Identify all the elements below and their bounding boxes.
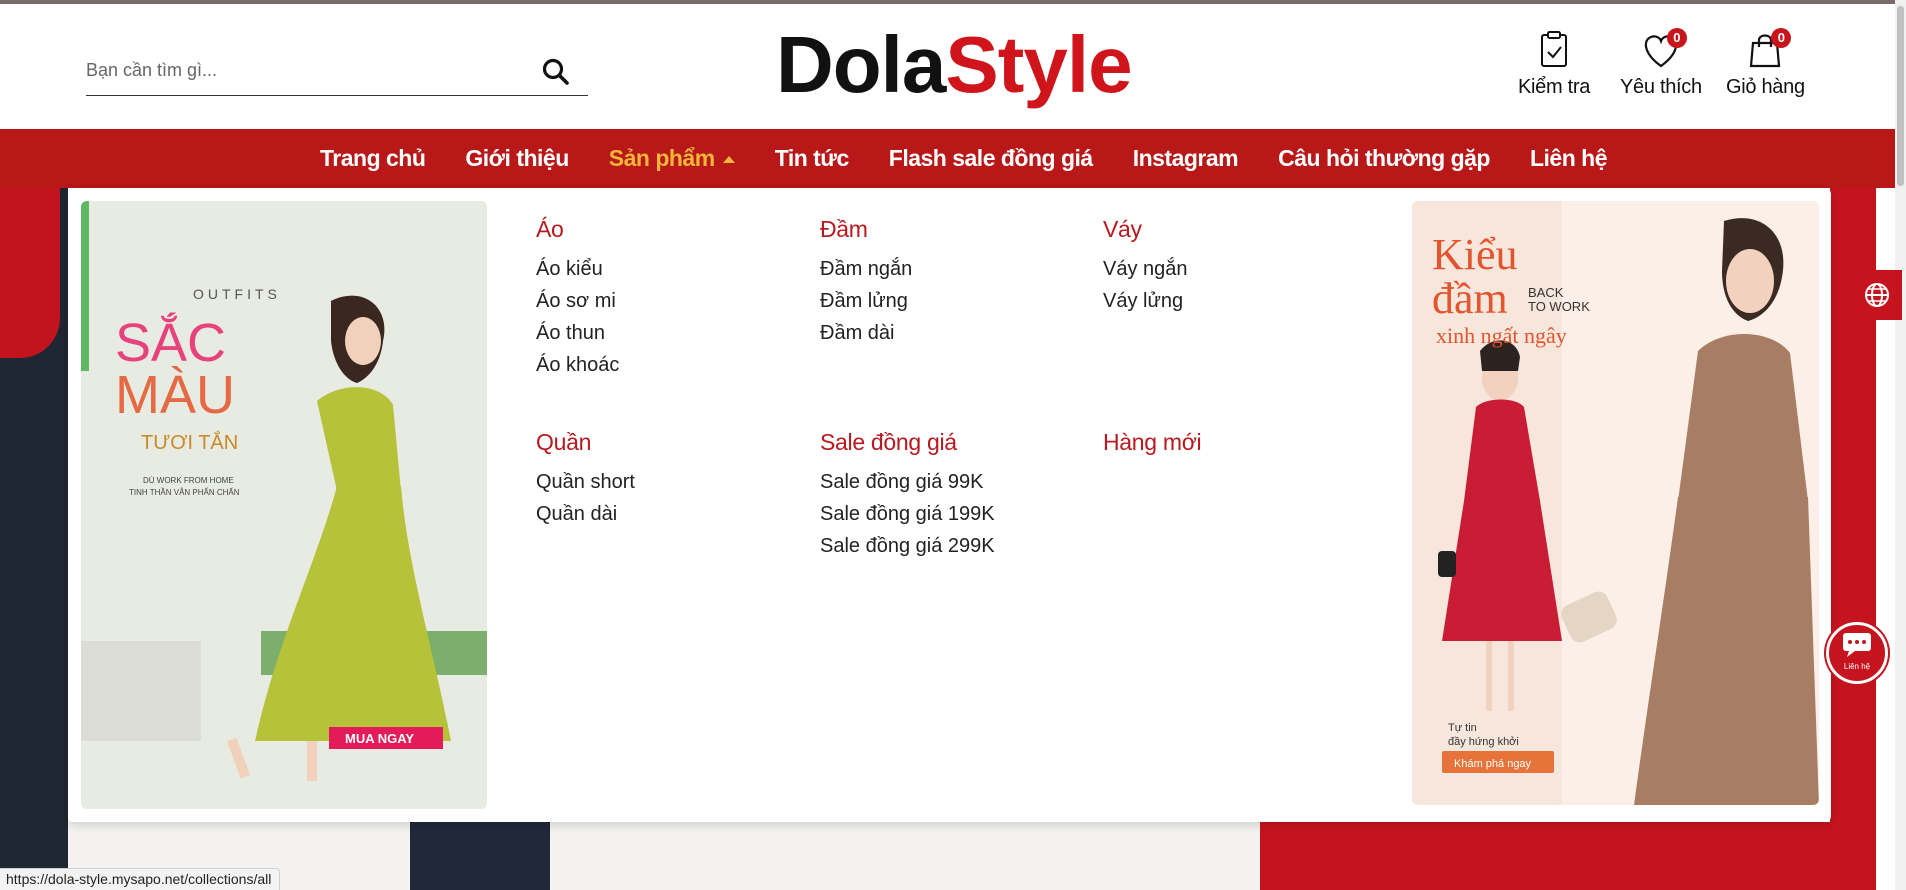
promo-right-to-work: TO WORK: [1528, 299, 1590, 314]
nav-item-home[interactable]: Trang chủ: [320, 145, 426, 172]
category-title-sale[interactable]: Sale đồng giá: [820, 429, 995, 456]
promo-left-sub-2: TINH THẦN VẪN PHẤN CHẤN: [129, 487, 240, 497]
category-item[interactable]: Sale đồng giá 299K: [820, 534, 995, 558]
category-item[interactable]: Váy ngắn: [1103, 257, 1188, 281]
hero-background-dress: [1260, 822, 1860, 890]
promo-left-artwork: OUTFITS SẮC MÀU TƯƠI TẮN DÙ WORK FROM HO…: [81, 201, 487, 809]
category-item[interactable]: Váy lửng: [1103, 289, 1188, 313]
category-item[interactable]: Áo sơ mi: [536, 289, 619, 313]
promo-left-sub-1: DÙ WORK FROM HOME: [143, 476, 234, 485]
caret-up-icon: [722, 156, 735, 164]
language-button[interactable]: [1852, 270, 1902, 320]
nav-item-instagram[interactable]: Instagram: [1133, 145, 1239, 172]
category-item[interactable]: Áo khoác: [536, 353, 619, 377]
promo-banner-left[interactable]: OUTFITS SẮC MÀU TƯƠI TẮN DÙ WORK FROM HO…: [81, 201, 487, 809]
clipboard-check-icon: [1541, 31, 1568, 67]
promo-right-title-2: đầm: [1432, 274, 1508, 323]
category-quan: Quần Quần short Quần dài: [536, 429, 635, 526]
site-logo[interactable]: DolaStyle: [776, 20, 1133, 110]
promo-left-title-2: MÀU: [115, 365, 235, 425]
category-title-dam[interactable]: Đầm: [820, 216, 912, 243]
promo-right-title-1: Kiểu: [1432, 230, 1518, 279]
nav-item-products[interactable]: Sản phẩm: [609, 145, 735, 172]
products-mega-menu: OUTFITS SẮC MÀU TƯƠI TẮN DÙ WORK FROM HO…: [68, 188, 1831, 822]
main-navigation: Trang chủ Giới thiệu Sản phẩm Tin tức Fl…: [0, 129, 1895, 188]
cart-link[interactable]: 0 Giỏ hàng: [1726, 28, 1805, 99]
category-item[interactable]: Đầm dài: [820, 321, 912, 345]
search-icon: [542, 58, 569, 85]
hero-background-right-text: [1812, 820, 1836, 880]
order-check-label: Kiểm tra: [1518, 76, 1591, 98]
globe-icon: [1865, 283, 1889, 307]
category-item[interactable]: Sale đồng giá 99K: [820, 470, 995, 494]
promo-left-cta: MUA NGAY: [345, 731, 414, 746]
promo-banner-right[interactable]: Kiểu đầm BACK TO WORK xinh ngất ngây Tự …: [1412, 201, 1819, 805]
category-item[interactable]: Đầm ngắn: [820, 257, 912, 281]
category-item[interactable]: Quần dài: [536, 502, 635, 526]
nav-item-contact[interactable]: Liên hệ: [1530, 145, 1608, 172]
category-title-ao[interactable]: Áo: [536, 216, 619, 243]
logo-text-style: Style: [945, 20, 1132, 109]
wishlist-link[interactable]: 0 Yêu thích: [1620, 28, 1702, 99]
cart-label: Giỏ hàng: [1726, 76, 1805, 98]
promo-right-artwork: Kiểu đầm BACK TO WORK xinh ngất ngây Tự …: [1412, 201, 1819, 805]
logo-text-dola: Dola: [776, 20, 946, 109]
nav-item-about[interactable]: Giới thiệu: [465, 145, 569, 172]
contact-chat-button[interactable]: Liên hệ: [1826, 622, 1888, 684]
hero-background-left-accent: [0, 188, 60, 358]
hero-background-jeans: [410, 822, 550, 890]
nav-item-news[interactable]: Tin tức: [775, 145, 850, 172]
wishlist-label: Yêu thích: [1620, 76, 1702, 98]
search-box: [86, 44, 588, 96]
category-title-new[interactable]: Hàng mới: [1103, 429, 1202, 456]
status-bar-url: https://dola-style.mysapo.net/collection…: [0, 868, 281, 890]
category-dam: Đầm Đầm ngắn Đầm lửng Đầm dài: [820, 216, 912, 345]
category-title-vay[interactable]: Váy: [1103, 216, 1188, 243]
nav-item-products-label: Sản phẩm: [608, 145, 715, 171]
wishlist-count-badge: 0: [1666, 28, 1687, 48]
order-check-link[interactable]: Kiểm tra: [1518, 30, 1590, 99]
nav-item-faq[interactable]: Câu hỏi thường gặp: [1278, 145, 1490, 172]
category-new: Hàng mới: [1103, 429, 1202, 456]
category-item[interactable]: Áo kiểu: [536, 257, 619, 281]
category-vay: Váy Váy ngắn Váy lửng: [1103, 216, 1188, 313]
chat-bubble-icon: [1843, 633, 1871, 657]
promo-right-subtitle: xinh ngất ngây: [1436, 323, 1567, 348]
contact-chat-label: Liên hệ: [1843, 662, 1871, 671]
page-scrollbar-thumb[interactable]: [1897, 6, 1904, 186]
category-title-quan[interactable]: Quần: [536, 429, 635, 456]
promo-left-title-3: TƯƠI TẮN: [141, 430, 238, 454]
site-header: DolaStyle Kiểm tra 0 Yêu thích 0: [0, 4, 1906, 129]
search-input[interactable]: [86, 54, 526, 86]
category-item[interactable]: Đầm lửng: [820, 289, 912, 313]
category-item[interactable]: Sale đồng giá 199K: [820, 502, 995, 526]
promo-right-tag-2: đầy hứng khởi: [1448, 736, 1519, 748]
category-ao: Áo Áo kiểu Áo sơ mi Áo thun Áo khoác: [536, 216, 619, 377]
promo-right-tag-1: Tự tin: [1448, 722, 1477, 734]
promo-right-cta: Khám phá ngay: [1454, 758, 1532, 770]
promo-right-back: BACK: [1528, 285, 1564, 300]
promo-left-outfits: OUTFITS: [193, 286, 281, 302]
category-sale: Sale đồng giá Sale đồng giá 99K Sale đồn…: [820, 429, 995, 558]
nav-menu: Trang chủ Giới thiệu Sản phẩm Tin tức Fl…: [320, 129, 1647, 188]
nav-item-flash-sale[interactable]: Flash sale đồng giá: [889, 145, 1093, 172]
category-item[interactable]: Quần short: [536, 470, 635, 494]
search-button[interactable]: [540, 56, 572, 88]
promo-left-title-1: SẮC: [115, 312, 226, 373]
category-item[interactable]: Áo thun: [536, 321, 619, 345]
